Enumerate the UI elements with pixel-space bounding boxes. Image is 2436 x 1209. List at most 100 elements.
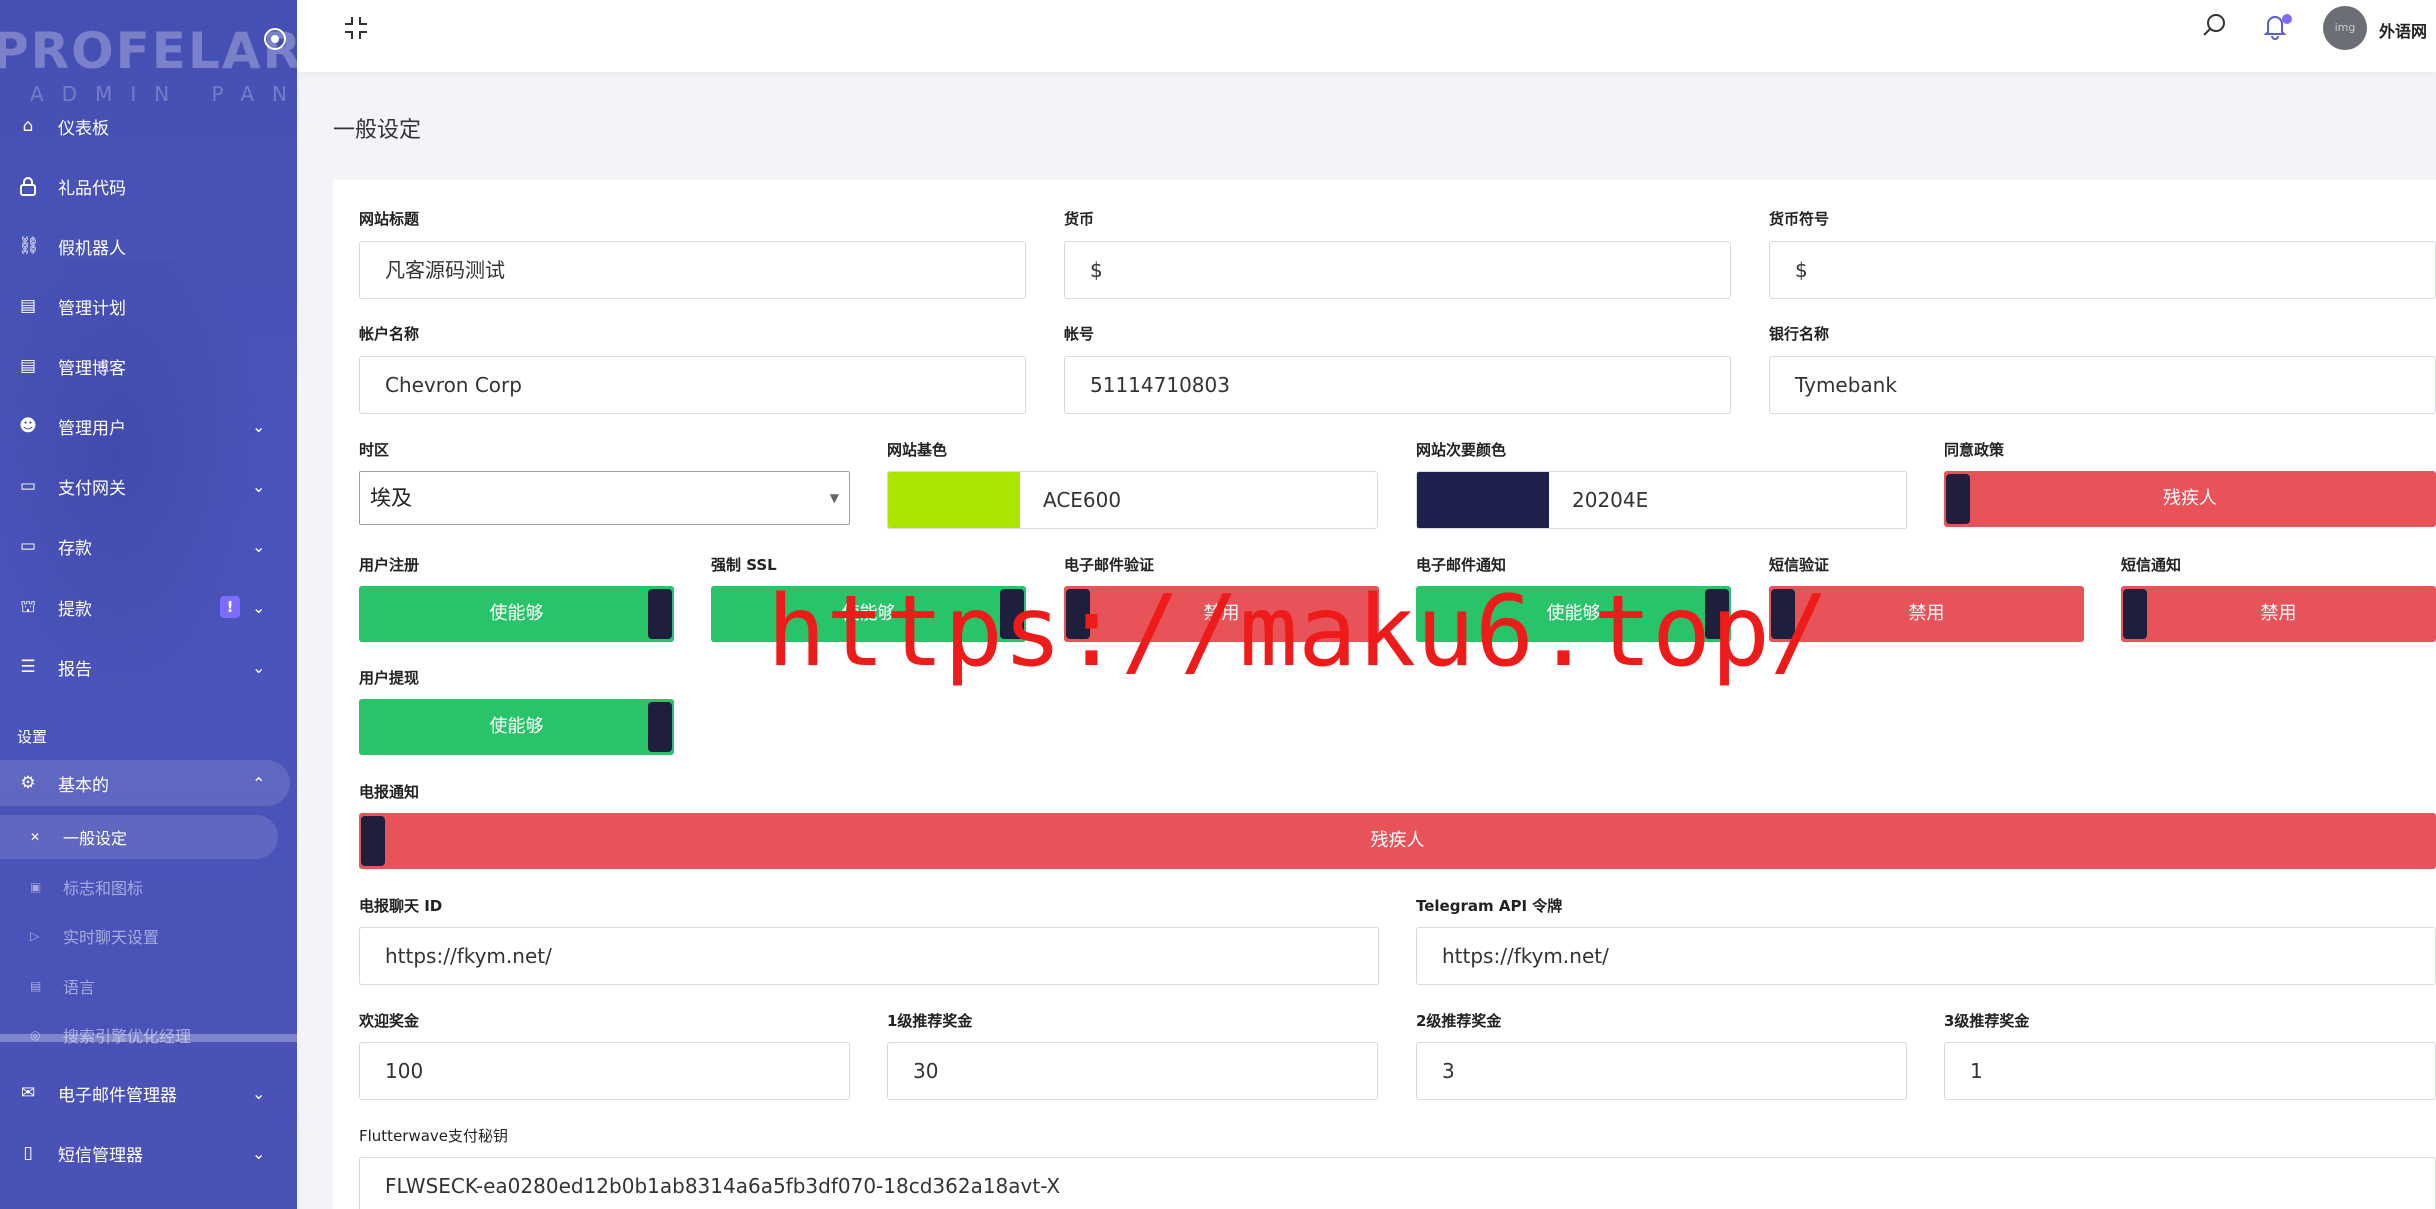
sidebar-item-label: 管理博客 [58,358,126,379]
caret-down-icon: ▼ [829,491,839,505]
telegram-notification-toggle[interactable]: 残疾人 [359,813,2436,869]
user-withdraw-label: 用户提现 [359,669,420,687]
phone-icon: ▯ [23,1143,33,1163]
toggle-state: 使能够 [489,716,544,737]
sidebar-item-dashboard[interactable]: ⌂ 仪表板 [0,103,297,149]
sidebar-subitem-logo-icons[interactable]: ▣ 标志和图标 [0,865,297,909]
agree-policy-label: 同意政策 [1944,441,2005,459]
sidebar-item-basic[interactable]: ⚙ 基本的 ⌃ [0,760,290,806]
sidebar-toggle-icon[interactable] [264,28,286,50]
avatar[interactable]: img [2323,6,2367,50]
toggle-knob [648,702,672,752]
submenu-scrollbar[interactable] [0,1034,297,1042]
base-color-value: ACE600 [1043,488,1122,512]
currency-label: 货币 [1064,210,1095,228]
list-icon: ☰ [20,657,36,677]
ref-bonus-3-input[interactable]: 1 [1944,1042,2436,1100]
ref-bonus-2-input[interactable]: 3 [1416,1042,1907,1100]
chevron-down-icon: ⌄ [252,476,266,496]
sidebar-item-label: 提款 [58,599,92,620]
base-color-input[interactable]: ACE600 [887,471,1378,529]
toggle-knob [1705,589,1729,639]
sidebar-item-manage-users[interactable]: ☻ 管理用户 ⌄ [0,403,297,449]
bank-icon: ⛫ [20,597,36,617]
bank-name-input[interactable]: Tymebank [1769,356,2436,414]
timezone-select[interactable]: 埃及 ▼ [359,471,850,525]
telegram-api-token-input[interactable]: https://fkym.net/ [1416,927,2436,985]
flutterwave-secret-input[interactable]: FLWSECK-ea0280ed12b0b1ab8314a6a5fb3df070… [359,1157,2436,1209]
toggle-knob [1771,589,1795,639]
account-name-input[interactable]: Chevron Corp [359,356,1026,414]
welcome-bonus-input[interactable]: 100 [359,1042,850,1100]
link-icon: ⛓ [18,236,40,256]
user-name[interactable]: 外语网 [2379,18,2427,42]
sidebar-item-withdrawals[interactable]: ⛫ 提款 ! ⌄ [0,584,297,630]
sms-verification-toggle[interactable]: 禁用 [1769,586,2084,642]
sidebar-subitem-live-chat[interactable]: ▷ 实时聊天设置 [0,914,297,958]
currency-symbol-label: 货币符号 [1769,210,1830,228]
sidebar-item-email-manager[interactable]: ✉ 电子邮件管理器 ⌄ [0,1070,297,1116]
base-color-swatch[interactable] [888,472,1020,528]
user-withdraw-toggle[interactable]: 使能够 [359,699,674,755]
account-number-input[interactable]: 51114710803 [1064,356,1731,414]
toggle-state: 使能够 [1546,603,1601,624]
sidebar-item-manage-blog[interactable]: ▤ 管理博客 [0,343,297,389]
sidebar-subitem-general-settings[interactable]: ✕ 一般设定 [0,815,278,859]
sidebar-item-label: 礼品代码 [58,178,126,199]
sidebar-item-reports[interactable]: ☰ 报告 ⌄ [0,644,297,690]
ref-bonus-1-input[interactable]: 30 [887,1042,1378,1100]
chevron-down-icon: ⌄ [252,657,266,677]
alert-badge: ! [220,596,240,618]
telegram-api-token-label: Telegram API 令牌 [1416,897,1563,915]
collapse-icon[interactable] [343,15,369,41]
email-notification-toggle[interactable]: 使能够 [1416,586,1731,642]
secondary-color-input[interactable]: 20204E [1416,471,1907,529]
ref-bonus-2-label: 2级推荐奖金 [1416,1012,1502,1030]
sidebar-item-payment-gateway[interactable]: ▭ 支付网关 ⌄ [0,463,297,509]
currency-symbol-input[interactable]: $ [1769,241,2436,299]
toggle-state: 残疾人 [2163,488,2217,509]
sidebar-item-fake-bots[interactable]: ⛓ 假机器人 [0,223,297,269]
sidebar-item-deposits[interactable]: ▭ 存款 ⌄ [0,523,297,569]
table-icon: ▤ [19,356,37,376]
toggle-state: 禁用 [2260,603,2297,624]
image-icon: ▣ [30,880,42,894]
wallet-icon: ▭ [19,536,37,556]
card-icon: ▭ [19,476,37,496]
sidebar-item-gift-codes[interactable]: 礼品代码 [0,163,297,209]
toggle-state: 禁用 [1203,603,1240,624]
bank-name-label: 银行名称 [1769,325,1830,343]
sidebar-subitem-label: 一般设定 [63,829,128,848]
brand-logo: PROFELAR [0,22,297,80]
toggle-knob [1066,589,1090,639]
secondary-color-swatch[interactable] [1417,472,1549,528]
agree-policy-toggle[interactable]: 残疾人 [1944,471,2436,527]
secondary-color-label: 网站次要颜色 [1416,441,1507,459]
sidebar: PROFELAR ADMIN PANEL ⌂ 仪表板 礼品代码 ⛓ 假机器人 ▤… [0,0,297,1209]
sidebar-item-label: 基本的 [58,775,109,796]
language-icon: ▤ [30,979,42,993]
account-name-label: 帐户名称 [359,325,420,343]
sidebar-item-sms-manager[interactable]: ▯ 短信管理器 ⌄ [0,1130,297,1176]
sidebar-subitem-language[interactable]: ▤ 语言 [0,964,297,1008]
users-icon: ☻ [19,416,37,436]
search-icon[interactable] [2200,11,2230,41]
chevron-down-icon: ⌄ [252,416,266,436]
email-verification-toggle[interactable]: 禁用 [1064,586,1379,642]
sms-notification-toggle[interactable]: 禁用 [2121,586,2436,642]
toggle-state: 使能够 [489,603,544,624]
gear-icon: ⚙ [20,773,36,793]
site-title-input[interactable]: 凡客源码测试 [359,241,1026,299]
currency-input[interactable]: $ [1064,241,1731,299]
force-ssl-toggle[interactable]: 使能够 [711,586,1026,642]
sidebar-item-label: 支付网关 [58,478,126,499]
toggle-state: 使能够 [841,603,896,624]
user-registration-toggle[interactable]: 使能够 [359,586,674,642]
sidebar-item-label: 短信管理器 [58,1145,143,1166]
sidebar-item-manage-plans[interactable]: ▤ 管理计划 [0,283,297,329]
telegram-chat-id-input[interactable]: https://fkym.net/ [359,927,1379,985]
toggle-knob [2123,589,2147,639]
toggle-knob [361,816,385,866]
page-title: 一般设定 [333,118,422,143]
toggle-knob [1000,589,1024,639]
